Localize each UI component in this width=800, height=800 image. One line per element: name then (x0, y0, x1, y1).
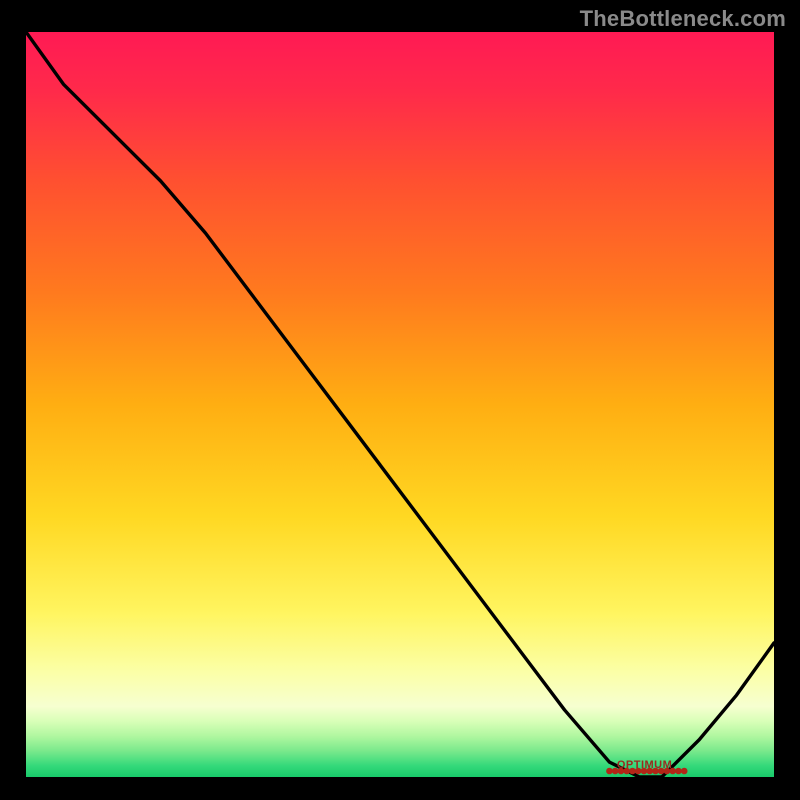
gradient-background (26, 32, 774, 777)
plot-area: OPTIMUM (26, 32, 774, 777)
optimum-label: OPTIMUM (617, 759, 672, 771)
attribution-text: TheBottleneck.com (580, 6, 786, 32)
chart-stage: TheBottleneck.com OPTIMUM (0, 0, 800, 800)
plot-svg (26, 32, 774, 777)
